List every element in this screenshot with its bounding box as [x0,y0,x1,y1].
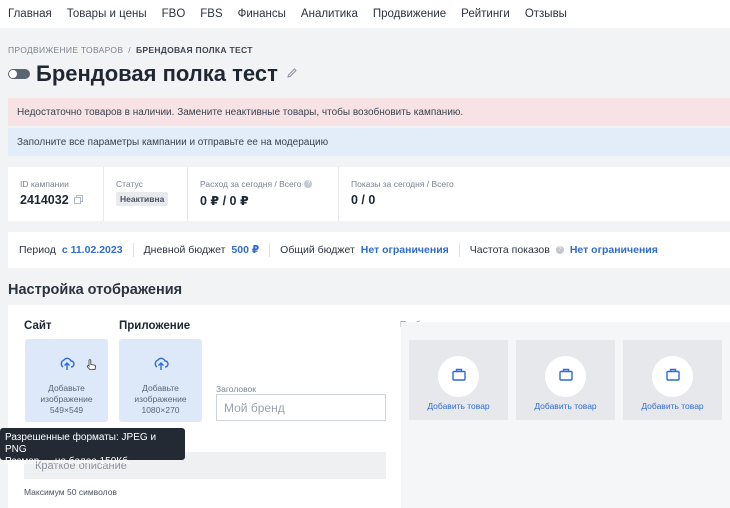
daily-budget-segment: Дневной бюджет 500 ₽ [144,243,271,257]
campaign-toggle[interactable] [8,69,30,79]
stat-label: Статус [116,179,143,189]
edit-pencil-icon[interactable] [286,67,298,82]
stat-status: Статус Неактивна [104,167,188,221]
stat-label: Показы за сегодня / Всего [351,179,454,189]
upload-line: изображение [40,394,93,404]
bag-icon [451,368,466,386]
stat-spend: Расход за сегодня / Всего ? 0 ₽ / 0 ₽ [188,167,339,221]
copy-icon[interactable] [73,193,83,207]
stock-alert: Недостаточно товаров в наличии. Замените… [8,98,730,126]
tooltip-line: Разрешенные форматы: JPEG и PNG [5,432,157,455]
upload-format-tooltip: Разрешенные форматы: JPEG и PNG Размер —… [0,428,185,467]
breadcrumb-separator: / [128,45,131,55]
budget-bar: Период с 11.02.2023 Дневной бюджет 500 ₽… [8,232,730,268]
add-product-label: Добавить товар [534,401,597,411]
add-product-label: Добавить товар [641,401,704,411]
display-settings-panel: Сайт Приложение Добавьте изображение 549… [8,305,730,508]
nav-item-finance[interactable]: Финансы [238,8,286,20]
period-label: Период [19,244,56,256]
views-value: 0 / 0 [351,193,376,207]
total-budget-label: Общий бюджет [280,244,355,256]
products-area: Добавить товар Добавить товар Добавить т… [401,322,730,508]
site-image-upload[interactable]: Добавьте изображение 549×549 [25,339,108,422]
daily-budget-link[interactable]: 500 ₽ [231,244,259,256]
top-nav: Главная Товары и цены FBO FBS Финансы Ан… [0,0,730,28]
stat-label: ID кампании [20,179,69,189]
frequency-segment: Частота показов ? Нет ограничения [470,243,668,257]
cursor-hand-icon [86,358,97,376]
add-product-card[interactable]: Добавить товар [623,340,722,420]
max-length-hint: Максимум 50 символов [24,487,117,497]
upload-line: Добавьте [142,383,179,393]
section-title: Настройка отображения [8,282,183,298]
page-title: Брендовая полка тест [36,61,278,86]
daily-budget-label: Дневной бюджет [143,244,226,256]
nav-item-reviews[interactable]: Отзывы [525,8,567,20]
upload-size: 549×549 [49,405,84,415]
stat-views: Показы за сегодня / Всего 0 / 0 [339,167,539,221]
campaign-stats: ID кампании 2414032 Статус Неактивна Рас… [8,167,730,221]
nav-item-analytics[interactable]: Аналитика [301,8,358,20]
heading-label: Заголовок [216,384,256,394]
upload-line: Добавьте [48,383,85,393]
tooltip-line: Размер — не более 150Кб. [5,456,131,467]
campaign-id-value: 2414032 [20,193,69,207]
nav-item-ratings[interactable]: Рейтинги [461,8,510,20]
add-product-card[interactable]: Добавить товар [516,340,615,420]
stat-campaign-id: ID кампании 2414032 [8,167,104,221]
nav-item-home[interactable]: Главная [8,8,52,20]
upload-line: изображение [134,394,187,404]
nav-item-fbs[interactable]: FBS [200,8,222,20]
breadcrumb: ПРОДВИЖЕНИЕ ТОВАРОВ / БРЕНДОВАЯ ПОЛКА ТЕ… [8,45,253,55]
title-row: Брендовая полка тест [8,61,298,87]
frequency-link[interactable]: Нет ограничения [570,244,658,256]
total-budget-segment: Общий бюджет Нет ограничения [280,243,460,257]
breadcrumb-current: БРЕНДОВАЯ ПОЛКА ТЕСТ [135,45,253,55]
app-image-upload[interactable]: Добавьте изображение 1080×270 [119,339,202,422]
bag-icon [558,368,573,386]
moderation-alert: Заполните все параметры кампании и отпра… [8,128,730,156]
nav-item-promotion[interactable]: Продвижение [373,8,446,20]
add-product-card[interactable]: Добавить товар [409,340,508,420]
info-icon[interactable]: ? [555,246,564,254]
period-link[interactable]: с 11.02.2023 [62,244,123,256]
add-product-label: Добавить товар [427,401,490,411]
heading-input[interactable]: Мой бренд [216,394,386,421]
nav-item-fbo[interactable]: FBO [162,8,186,20]
nav-item-products[interactable]: Товары и цены [67,8,147,20]
bag-icon [665,368,680,386]
frequency-label: Частота показов [469,244,550,256]
stat-label: Расход за сегодня / Всего [200,179,302,189]
spend-value: 0 ₽ / 0 ₽ [200,194,249,208]
total-budget-link[interactable]: Нет ограничения [361,244,449,256]
app-title: Приложение [119,320,191,332]
breadcrumb-parent[interactable]: ПРОДВИЖЕНИЕ ТОВАРОВ [8,45,123,55]
info-icon[interactable]: ? [304,180,313,188]
site-title: Сайт [24,320,52,332]
upload-icon [119,356,202,377]
period-segment: Период с 11.02.2023 [19,243,134,257]
upload-size: 1080×270 [141,405,180,415]
status-badge: Неактивна [116,192,169,206]
